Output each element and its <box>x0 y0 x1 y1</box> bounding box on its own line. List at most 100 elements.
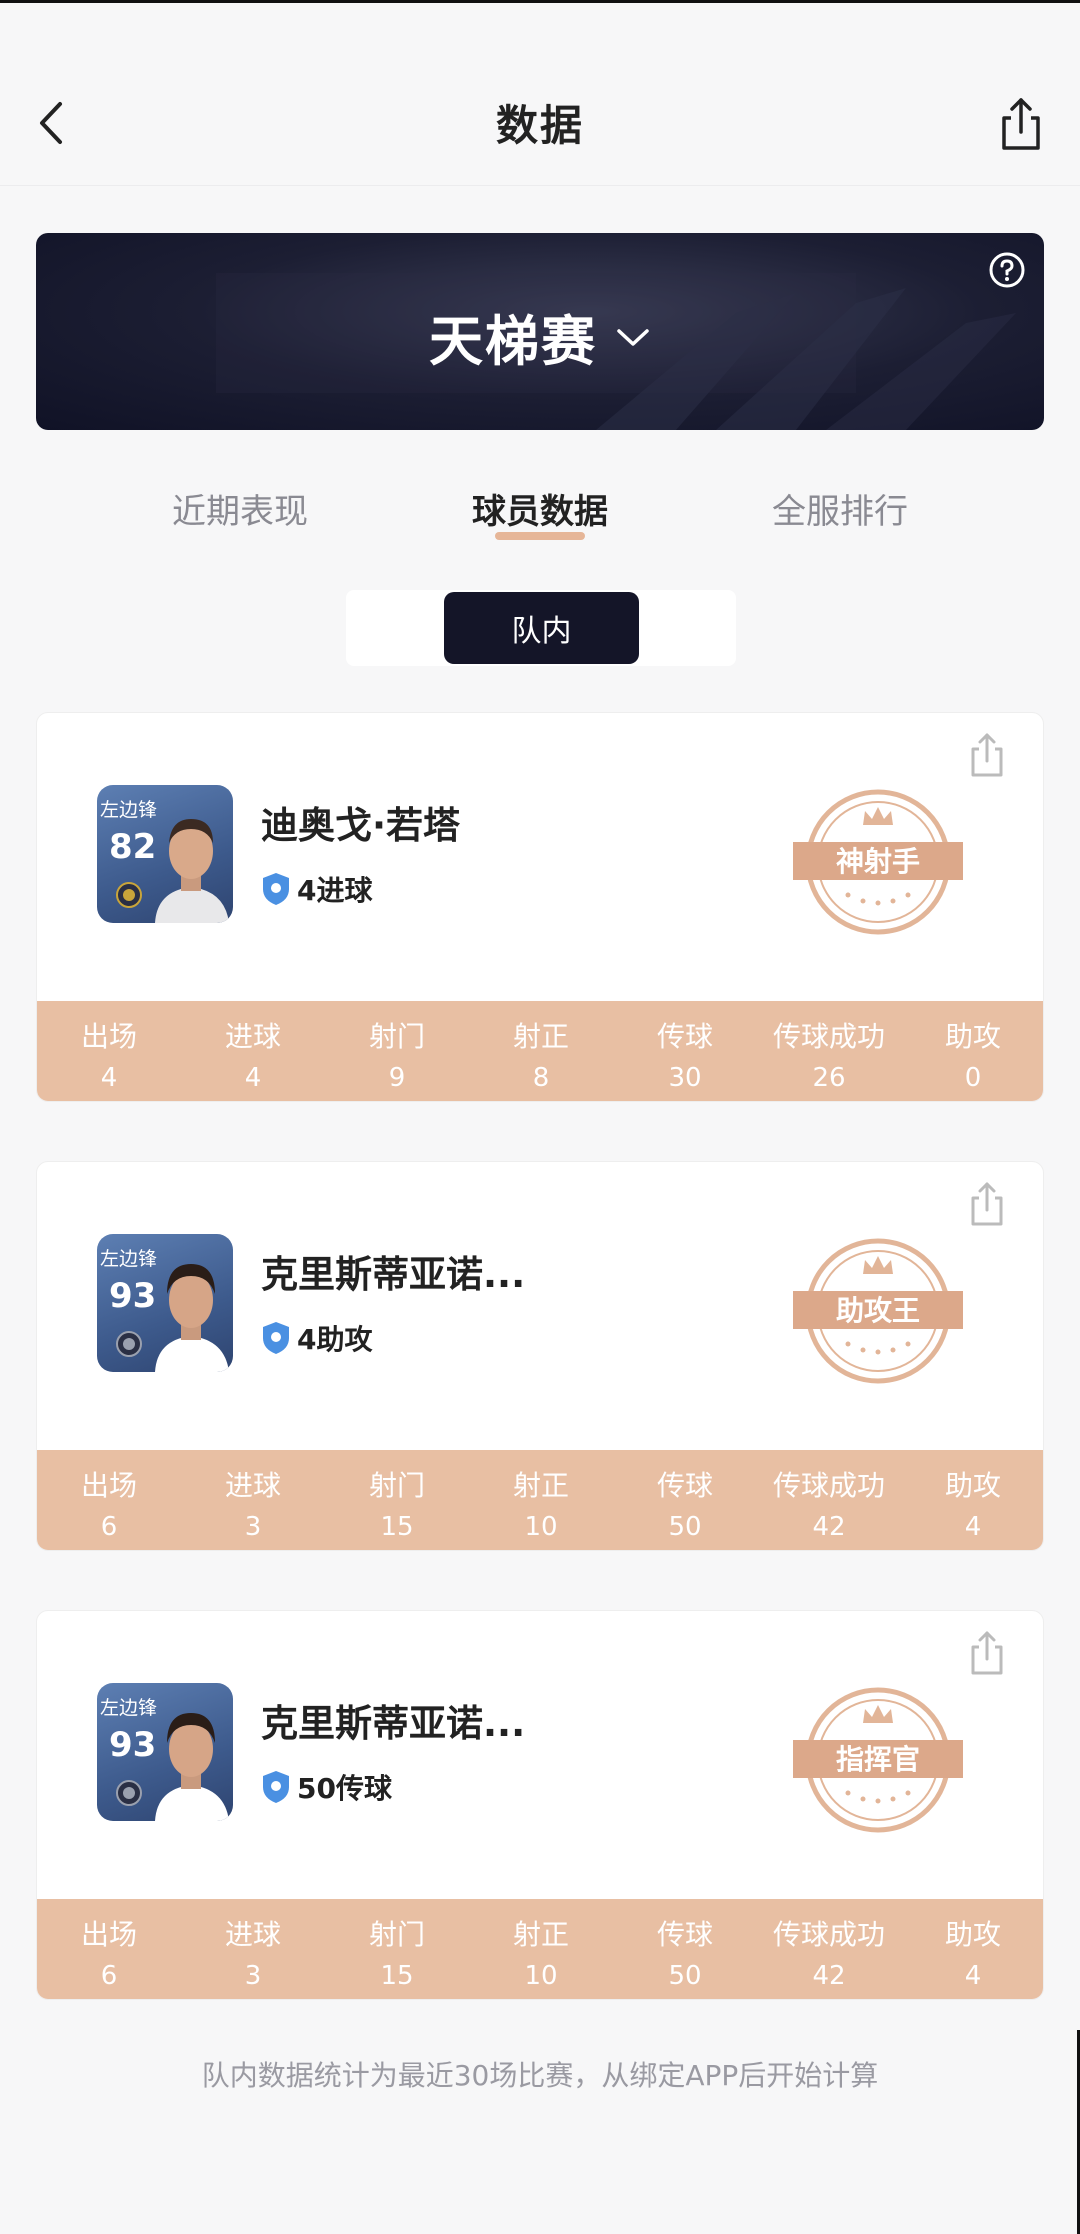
stat-label: 进球 <box>224 1918 281 1951</box>
stat-value: 10 <box>524 1961 558 1991</box>
stat-label: 助攻 <box>944 1918 1001 1951</box>
stat-label: 传球 <box>656 1469 713 1502</box>
status-line <box>0 0 1080 3</box>
segment-team[interactable]: 队内 <box>444 592 639 664</box>
share-icon[interactable] <box>967 1629 1007 1677</box>
share-icon[interactable] <box>967 1180 1007 1228</box>
stamp-label: 神射手 <box>836 845 920 878</box>
player-card: 左边锋 93 克里斯蒂亚诺... 50传球 指挥官 出场 6 进球 3 射门 1… <box>36 1610 1044 2000</box>
stamp-icon: 助攻王 <box>793 1238 963 1384</box>
stat-label: 传球成功 <box>772 1918 885 1951</box>
stat-passes-completed: 传球成功 42 <box>757 1899 901 1999</box>
stat-label: 进球 <box>224 1469 281 1502</box>
stat-assists: 助攻 4 <box>901 1450 1043 1550</box>
stat-passes: 传球 30 <box>613 1001 757 1101</box>
stat-label: 出场 <box>80 1020 137 1053</box>
highlight-badge: 4进球 <box>261 869 372 909</box>
stat-passes: 传球 50 <box>613 1450 757 1550</box>
tab-label: 近期表现 <box>172 492 308 532</box>
mode-banner[interactable]: 天梯赛 <box>36 233 1044 430</box>
stat-label: 助攻 <box>944 1469 1001 1502</box>
mode-selector[interactable]: 天梯赛 <box>36 297 1044 376</box>
stat-goals: 进球 3 <box>181 1899 325 1999</box>
stat-label: 传球 <box>656 1020 713 1053</box>
stat-shots-on-target: 射正 10 <box>469 1899 613 1999</box>
stamp-label: 助攻王 <box>836 1294 920 1327</box>
stat-goals: 进球 3 <box>181 1450 325 1550</box>
stat-label: 助攻 <box>944 1020 1001 1053</box>
stat-passes-completed: 传球成功 26 <box>757 1001 901 1101</box>
tab-label: 全服排行 <box>772 492 908 532</box>
stat-value: 4 <box>964 1961 982 1991</box>
badge-text: 4进球 <box>297 874 373 907</box>
stat-goals: 进球 4 <box>181 1001 325 1101</box>
tab-player-data[interactable]: 球员数据 <box>390 470 690 550</box>
stamp-icon: 神射手 <box>793 789 963 935</box>
stat-value: 4 <box>244 1063 262 1093</box>
player-rating: 93 <box>109 1276 157 1316</box>
stamp-label: 指挥官 <box>836 1743 920 1776</box>
footnote: 队内数据统计为最近30场比赛，从绑定APP后开始计算 <box>201 2059 879 2092</box>
tab-recent-performance[interactable]: 近期表现 <box>90 470 390 550</box>
stat-appearances: 出场 6 <box>37 1899 181 1999</box>
player-rating: 93 <box>109 1725 157 1765</box>
stat-label: 传球成功 <box>772 1469 885 1502</box>
stat-passes: 传球 50 <box>613 1899 757 1999</box>
shield-icon <box>263 1322 289 1354</box>
top-bar: 数据 <box>0 60 1080 186</box>
stat-assists: 助攻 4 <box>901 1899 1043 1999</box>
avatar[interactable]: 左边锋 93 <box>97 1234 233 1372</box>
stat-value: 6 <box>100 1961 118 1991</box>
page-title: 数据 <box>495 101 584 150</box>
stat-value: 9 <box>388 1063 406 1093</box>
player-card: 左边锋 93 克里斯蒂亚诺... 4 助攻 助攻王 出场 6 进球 3 射门 15… <box>36 1161 1044 1551</box>
stat-shots-on-target: 射正 8 <box>469 1001 613 1101</box>
stat-value: 42 <box>812 1961 846 1991</box>
stat-value: 4 <box>964 1512 982 1542</box>
player-position: 左边锋 <box>100 799 158 821</box>
avatar[interactable]: 左边锋 82 <box>97 785 233 923</box>
chevron-down-icon <box>617 328 649 346</box>
stat-value: 50 <box>668 1961 702 1991</box>
stat-label: 射门 <box>368 1469 425 1502</box>
stat-value: 50 <box>668 1512 702 1542</box>
player-portrait <box>155 1264 229 1372</box>
stat-value: 15 <box>380 1512 414 1542</box>
stat-label: 进球 <box>224 1020 281 1053</box>
stats-row: 出场 4 进球 4 射门 9 射正 8 传球 30 传球成功 26 助攻 0 <box>37 1001 1043 1101</box>
segment-control: 队内 <box>346 590 736 666</box>
stat-value: 10 <box>524 1512 558 1542</box>
player-portrait <box>155 819 229 923</box>
active-tab-indicator <box>495 532 585 540</box>
question-circle-icon[interactable] <box>988 251 1026 289</box>
share-icon[interactable] <box>996 96 1046 152</box>
page: 数据 天梯赛 近期表现 球员数据 全服排行 队内 左边锋 82 迪奥戈·若塔 4… <box>0 0 1080 2234</box>
share-icon[interactable] <box>967 731 1007 779</box>
player-name: 迪奥戈·若塔 <box>261 804 461 847</box>
shield-icon <box>263 873 289 905</box>
stat-shots: 射门 9 <box>325 1001 469 1101</box>
stat-label: 传球 <box>656 1918 713 1951</box>
player-name: 克里斯蒂亚诺... <box>261 1253 526 1296</box>
stat-label: 传球成功 <box>772 1020 885 1053</box>
shield-icon <box>263 1771 289 1803</box>
player-name: 克里斯蒂亚诺... <box>261 1702 526 1745</box>
badge-text: 50传球 <box>297 1772 392 1805</box>
stamp-icon: 指挥官 <box>793 1687 963 1833</box>
stat-passes-completed: 传球成功 42 <box>757 1450 901 1550</box>
chevron-left-icon[interactable] <box>30 98 80 148</box>
stat-shots-on-target: 射正 10 <box>469 1450 613 1550</box>
stat-value: 0 <box>964 1063 982 1093</box>
stats-row: 出场 6 进球 3 射门 15 射正 10 传球 50 传球成功 42 助攻 4 <box>37 1899 1043 1999</box>
stat-label: 射门 <box>368 1918 425 1951</box>
player-portrait <box>155 1713 229 1821</box>
stat-label: 出场 <box>80 1918 137 1951</box>
stat-label: 射门 <box>368 1020 425 1053</box>
stats-row: 出场 6 进球 3 射门 15 射正 10 传球 50 传球成功 42 助攻 4 <box>37 1450 1043 1550</box>
tab-server-ranking[interactable]: 全服排行 <box>690 470 990 550</box>
stat-value: 6 <box>100 1512 118 1542</box>
player-position: 左边锋 <box>100 1697 158 1719</box>
medal-icon <box>116 1780 142 1806</box>
avatar[interactable]: 左边锋 93 <box>97 1683 233 1821</box>
highlight-badge: 50传球 <box>261 1767 392 1807</box>
